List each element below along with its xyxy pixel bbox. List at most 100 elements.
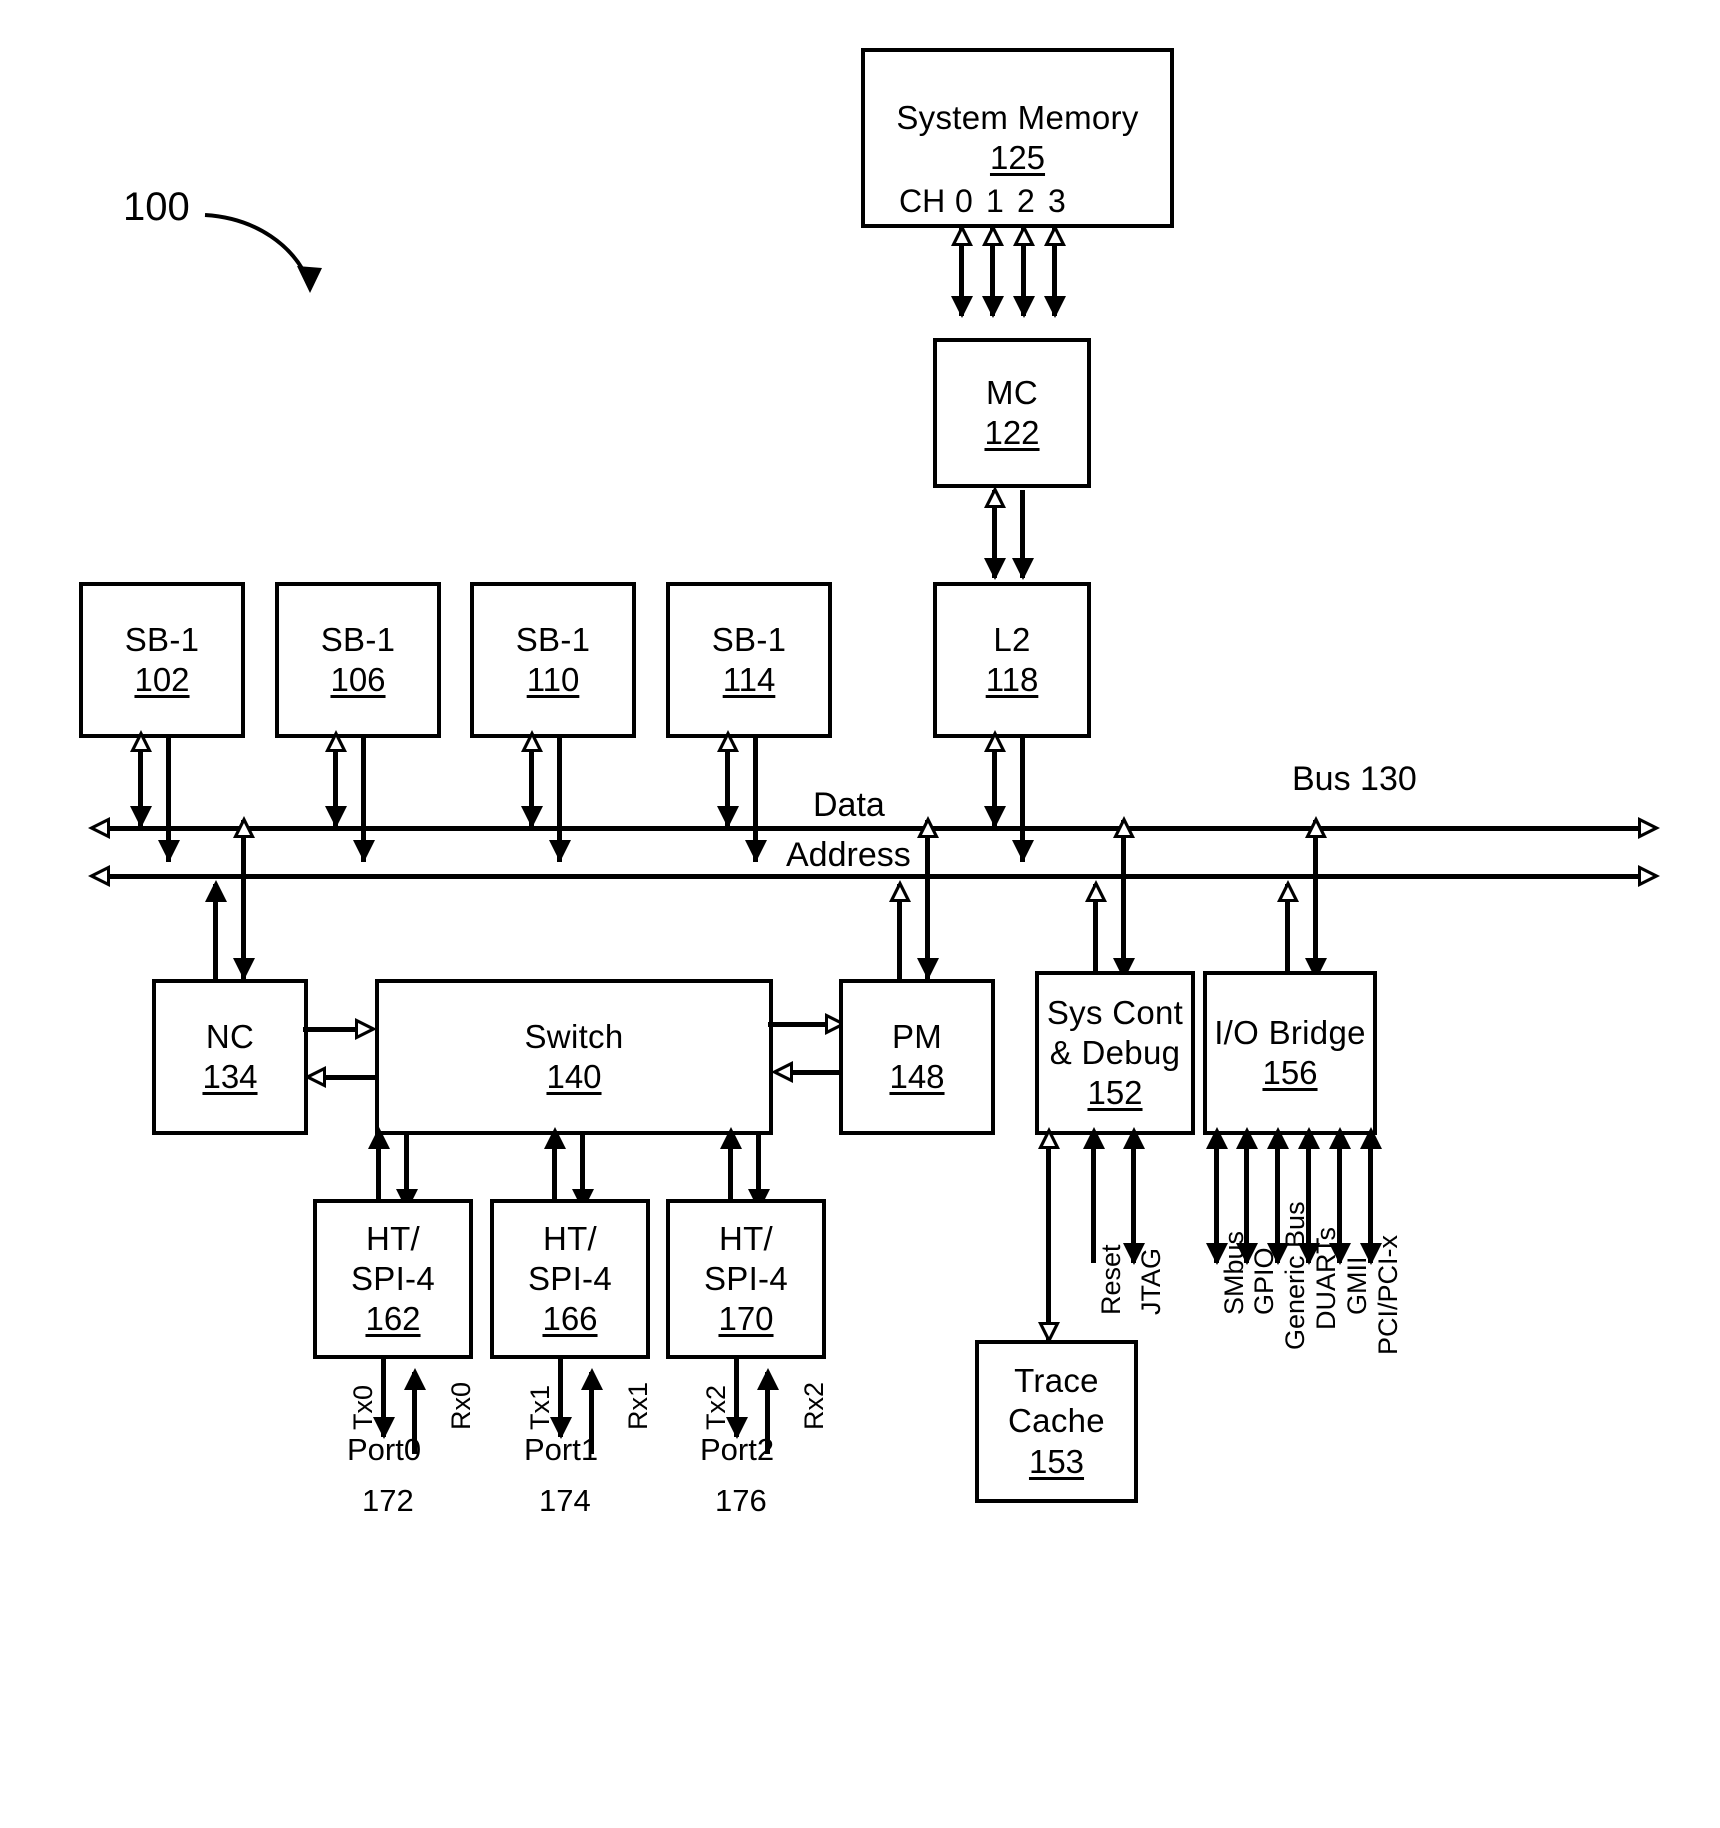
sb1-106-address-down-arrow — [353, 840, 375, 862]
memory-channel-2-up-arrow — [1013, 224, 1035, 246]
port0-name: Port0 — [347, 1432, 422, 1467]
block-ht-spi4-162[interactable]: HT/ SPI-4 162 — [313, 1199, 473, 1359]
syscont-title-line2: & Debug — [1049, 1033, 1181, 1071]
sb1-110-up-arrow — [521, 730, 543, 752]
sb1-114-number: 114 — [722, 661, 776, 698]
syscont-title-line1: Sys Cont — [1046, 993, 1184, 1031]
ht0-number: 162 — [365, 1300, 421, 1338]
data-bus-label: Data — [813, 786, 885, 824]
iobridge-address-up-arrow — [1277, 880, 1299, 902]
pm-data-up-arrow — [917, 816, 939, 838]
port1-name: Port1 — [524, 1432, 599, 1467]
block-ht-spi4-170[interactable]: HT/ SPI-4 170 — [666, 1199, 826, 1359]
memory-channel-1-up-arrow — [982, 224, 1004, 246]
syscont-address-up-arrow — [1085, 880, 1107, 902]
block-sb1-110[interactable]: SB-1 110 — [470, 582, 636, 738]
syscont-reset-up-arrow — [1083, 1127, 1105, 1149]
signal-label-jtag: JTAG — [1136, 1248, 1166, 1315]
sb1-110-data-down-arrow — [521, 806, 543, 828]
iobridge-pci-up-arrow — [1360, 1127, 1382, 1149]
nc-address-up-arrow — [205, 880, 227, 902]
switch-to-nc-line — [326, 1075, 378, 1080]
syscont-data-up-arrow — [1113, 816, 1135, 838]
block-l2[interactable]: L2 118 — [933, 582, 1091, 738]
signal-label-gmii: GMII — [1342, 1256, 1372, 1316]
l2-data-down-arrow — [984, 806, 1006, 828]
system-memory-ch-2: 2 — [1017, 183, 1035, 219]
iobridge-gmii-up-arrow — [1329, 1127, 1351, 1149]
sb1-102-title: SB-1 — [124, 620, 200, 658]
ht2-title-line1: HT/ — [718, 1219, 774, 1257]
data-bus-line — [108, 826, 1638, 831]
memory-channel-3-up-arrow — [1044, 224, 1066, 246]
port2-name: Port2 — [700, 1432, 775, 1467]
syscont-trace-up-arrow — [1038, 1127, 1060, 1149]
sb1-114-title: SB-1 — [711, 620, 787, 658]
ht1-title-line1: HT/ — [542, 1219, 598, 1257]
pm-data-line — [925, 820, 930, 980]
block-io-bridge[interactable]: I/O Bridge 156 — [1203, 971, 1377, 1135]
switch-to-nc-arrow — [304, 1066, 326, 1088]
iobridge-data-up-arrow — [1305, 816, 1327, 838]
sb1-114-data-down-arrow — [717, 806, 739, 828]
switch-ht0-up-arrow — [368, 1127, 390, 1149]
ht0-title-line1: HT/ — [365, 1219, 421, 1257]
system-memory-number: 125 — [989, 139, 1046, 176]
block-sb1-106[interactable]: SB-1 106 — [275, 582, 441, 738]
nc-number: 134 — [202, 1058, 258, 1095]
block-mc[interactable]: MC 122 — [933, 338, 1091, 488]
sb1-106-title: SB-1 — [320, 620, 396, 658]
block-sys-cont-debug[interactable]: Sys Cont & Debug 152 — [1035, 971, 1195, 1135]
patent-figure-canvas: 100 System Memory 125 CH 0 1 2 3 MC 122 … — [0, 0, 1720, 1828]
iobridge-title: I/O Bridge — [1214, 1013, 1366, 1051]
sb1-102-data-down-arrow — [130, 806, 152, 828]
nc-data-line — [241, 820, 246, 980]
port1-number: 174 — [539, 1483, 591, 1518]
pm-number: 148 — [889, 1058, 945, 1095]
block-sb1-102[interactable]: SB-1 102 — [79, 582, 245, 738]
switch-number: 140 — [546, 1058, 602, 1095]
block-sb1-114[interactable]: SB-1 114 — [666, 582, 832, 738]
ht1-number: 166 — [542, 1300, 598, 1338]
figure-leader-arrow — [204, 213, 322, 293]
memory-channel-3-down-arrow — [1044, 296, 1066, 318]
port0-number: 172 — [362, 1483, 414, 1518]
block-switch[interactable]: Switch 140 — [375, 979, 773, 1135]
memory-channel-0-up-arrow — [951, 224, 973, 246]
sb1-110-title: SB-1 — [515, 620, 591, 658]
mc-l2-down-arrow-b — [1012, 558, 1034, 580]
mc-l2-up-arrow — [984, 486, 1006, 508]
nc-title: NC — [205, 1017, 255, 1055]
sb1-106-data-down-arrow — [325, 806, 347, 828]
nc-to-switch-line — [303, 1027, 358, 1032]
address-bus-right-arrow — [1638, 865, 1660, 887]
ht0-title-line2: SPI-4 — [350, 1259, 436, 1297]
data-bus-left-arrow — [88, 817, 110, 839]
ht2-number: 170 — [718, 1300, 774, 1338]
trace-title-line1: Trace — [1014, 1362, 1099, 1400]
iobridge-smbus-up-arrow — [1206, 1127, 1228, 1149]
switch-to-pm-line — [768, 1022, 828, 1027]
port2-number: 176 — [715, 1483, 767, 1518]
mc-number: 122 — [984, 414, 1040, 451]
switch-ht2-up-arrow — [720, 1127, 742, 1149]
block-pm[interactable]: PM 148 — [839, 979, 995, 1135]
iobridge-genericbus-up-arrow — [1267, 1127, 1289, 1149]
nc-data-up-arrow — [233, 816, 255, 838]
port1-rx-arrow — [581, 1368, 603, 1390]
block-trace-cache[interactable]: Trace Cache 153 — [975, 1340, 1138, 1503]
l2-up-arrow — [984, 730, 1006, 752]
system-memory-ch-1: 1 — [986, 183, 1004, 219]
port2-rx-label: Rx2 — [799, 1381, 829, 1430]
iobridge-duarts-up-arrow — [1298, 1127, 1320, 1149]
block-nc[interactable]: NC 134 — [152, 979, 308, 1135]
figure-number-label: 100 — [123, 185, 190, 229]
trace-title-line2: Cache — [1008, 1402, 1105, 1440]
sb1-102-number: 102 — [134, 661, 190, 698]
nc-to-switch-arrow — [355, 1018, 377, 1040]
block-ht-spi4-166[interactable]: HT/ SPI-4 166 — [490, 1199, 650, 1359]
memory-channel-1-down-arrow — [982, 296, 1004, 318]
sb1-106-number: 106 — [330, 661, 386, 698]
l2-title: L2 — [993, 620, 1031, 658]
ht2-title-line2: SPI-4 — [703, 1259, 789, 1297]
